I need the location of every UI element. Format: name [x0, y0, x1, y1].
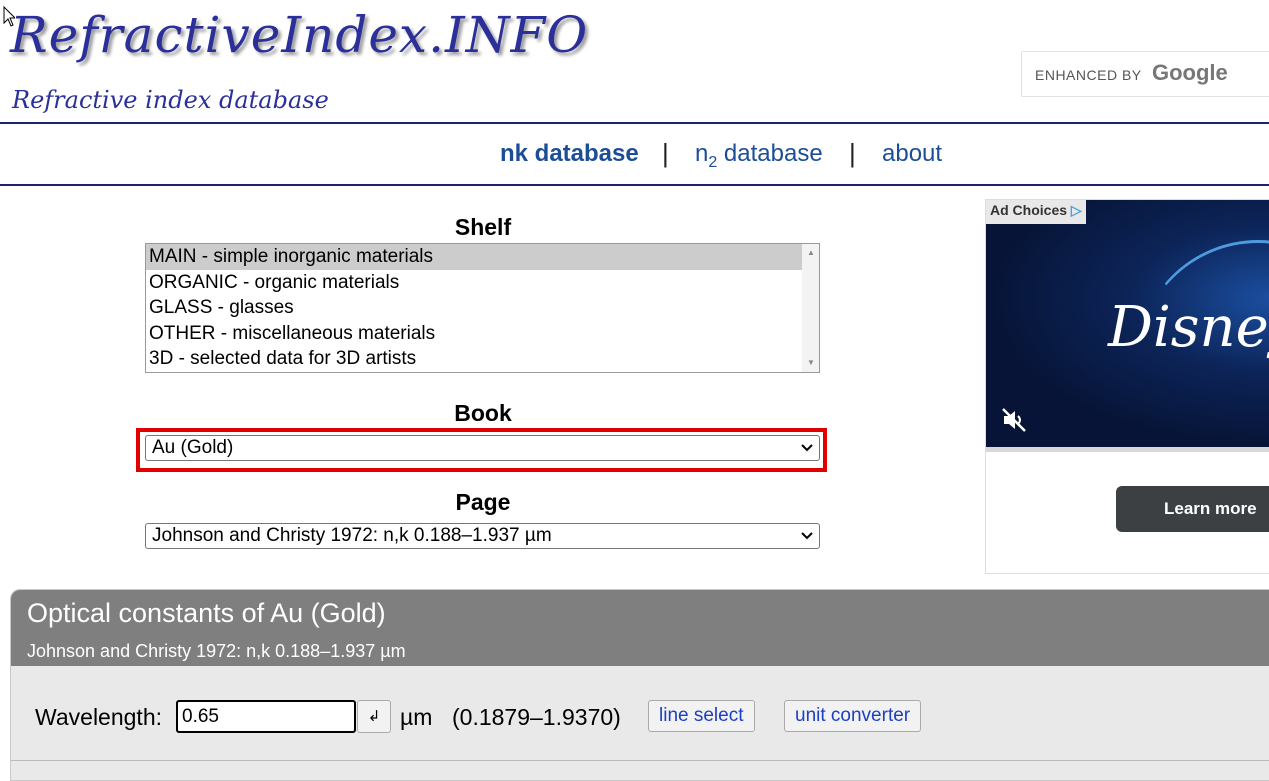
- nav-about[interactable]: about: [882, 140, 942, 168]
- panel-subtitle: Johnson and Christy 1972: n,k 0.188–1.93…: [27, 641, 406, 661]
- shelf-option[interactable]: MAIN - simple inorganic materials: [146, 244, 819, 270]
- chevron-down-icon: [801, 532, 813, 540]
- shelf-option[interactable]: ORGANIC - organic materials: [146, 270, 819, 296]
- wavelength-input[interactable]: [176, 700, 356, 733]
- shelf-listbox[interactable]: MAIN - simple inorganic materials ORGANI…: [145, 243, 820, 373]
- ad-choices-badge[interactable]: Ad Choices ▷: [986, 200, 1086, 224]
- book-select[interactable]: Au (Gold): [145, 435, 820, 461]
- advertisement[interactable]: Ad Choices ▷ Disney Learn more: [985, 199, 1269, 574]
- chevron-down-icon: [801, 444, 813, 452]
- nav-n2-database[interactable]: n2 database: [695, 140, 823, 171]
- wavelength-unit: µm: [400, 704, 433, 730]
- scroll-down-icon[interactable]: ▼: [807, 358, 815, 367]
- search-enhanced-label: ENHANCED BY: [1035, 67, 1142, 83]
- nav-separator: |: [849, 138, 856, 168]
- shelf-option[interactable]: GLASS - glasses: [146, 295, 819, 321]
- page-select[interactable]: Johnson and Christy 1972: n,k 0.188–1.93…: [145, 523, 820, 549]
- shelf-option[interactable]: OTHER - miscellaneous materials: [146, 321, 819, 347]
- shelf-heading: Shelf: [454, 214, 512, 240]
- shelf-option[interactable]: 3D - selected data for 3D artists: [146, 346, 819, 372]
- main-nav: nk database | n2 database | about: [0, 138, 1269, 172]
- nav-nk-database[interactable]: nk database: [500, 140, 639, 168]
- panel-header: Optical constants of Au (Gold) Johnson a…: [11, 590, 1269, 666]
- book-heading: Book: [454, 400, 512, 426]
- google-logo: Google: [1152, 60, 1228, 85]
- site-tagline: Refractive index database: [12, 86, 329, 114]
- nav-separator: |: [662, 138, 669, 168]
- nav-n2-suffix: database: [717, 140, 823, 167]
- site-logo[interactable]: RefractiveIndex.INFO: [10, 6, 588, 64]
- book-select-value: Au (Gold): [152, 437, 234, 458]
- page-select-value: Johnson and Christy 1972: n,k 0.188–1.93…: [152, 525, 552, 546]
- page-heading: Page: [455, 489, 511, 515]
- ad-choices-label: Ad Choices: [990, 202, 1068, 218]
- nav-n2-prefix: n: [695, 140, 709, 167]
- ad-brand-logo: Disney: [1108, 295, 1269, 360]
- scroll-up-icon[interactable]: ▲: [807, 248, 815, 257]
- wavelength-enter-button[interactable]: ↲: [357, 700, 391, 733]
- nav-divider: [0, 184, 1269, 186]
- panel-title: Optical constants of Au (Gold): [27, 598, 386, 628]
- wavelength-label: Wavelength:: [35, 704, 162, 730]
- mute-icon[interactable]: [1000, 406, 1028, 434]
- header-divider: [0, 122, 1269, 124]
- shelf-scrollbar[interactable]: ▲ ▼: [802, 244, 819, 372]
- ad-progress-bar: [986, 447, 1269, 452]
- line-select-button[interactable]: line select: [648, 700, 755, 732]
- unit-converter-button[interactable]: unit converter: [784, 700, 922, 732]
- panel-divider: [11, 760, 1269, 761]
- ad-video[interactable]: Ad Choices ▷ Disney: [986, 200, 1269, 447]
- learn-more-button[interactable]: Learn more: [1116, 486, 1269, 532]
- optical-constants-panel: Optical constants of Au (Gold) Johnson a…: [10, 589, 1269, 781]
- ad-choices-icon: ▷: [1070, 202, 1082, 218]
- nav-n2-subscript: 2: [708, 154, 718, 171]
- search-input[interactable]: ENHANCED BY Google: [1021, 51, 1269, 97]
- wavelength-range: (0.1879–1.9370): [452, 704, 621, 730]
